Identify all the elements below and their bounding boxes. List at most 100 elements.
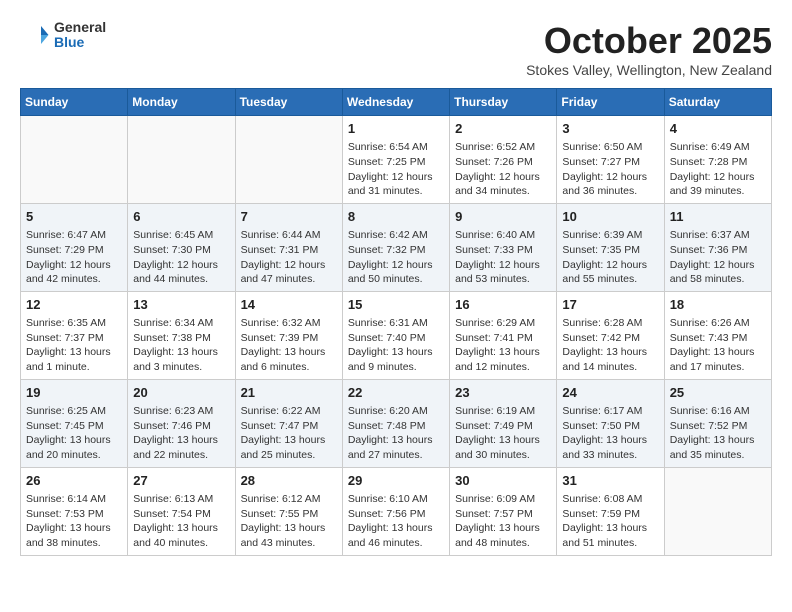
day-info: Sunrise: 6:47 AM Sunset: 7:29 PM Dayligh… (26, 228, 122, 287)
calendar-cell: 8Sunrise: 6:42 AM Sunset: 7:32 PM Daylig… (342, 203, 449, 291)
day-number: 13 (133, 296, 229, 314)
month-title: October 2025 (526, 20, 772, 62)
day-info: Sunrise: 6:17 AM Sunset: 7:50 PM Dayligh… (562, 404, 658, 463)
day-number: 15 (348, 296, 444, 314)
calendar-cell: 15 Sunrise: 6:31 AM Sunset: 7:40 PM Dayli… (342, 291, 449, 379)
logo: General Blue (20, 20, 106, 51)
calendar-cell: 6 Sunrise: 6:45 AM Sunset: 7:30 PM Daylig… (128, 203, 235, 291)
day-info: Sunrise: 6:08 AM Sunset: 7:59 PM Dayligh… (562, 492, 658, 551)
calendar-cell (128, 116, 235, 204)
day-number: 31 (562, 472, 658, 490)
day-number: 14 (241, 296, 337, 314)
calendar-cell: 24 Sunrise: 6:17 AM Sunset: 7:50 PM Dayli… (557, 379, 664, 467)
title-block: October 2025 Stokes Valley, Wellington, … (526, 20, 772, 78)
calendar-cell: 7Sunrise: 6:44 AM Sunset: 7:31 PM Daylig… (235, 203, 342, 291)
calendar-cell: 11 Sunrise: 6:37 AM Sunset: 7:36 PM Dayli… (664, 203, 771, 291)
day-number: 25 (670, 384, 766, 402)
day-info: Sunrise: 6:25 AM Sunset: 7:45 PM Dayligh… (26, 404, 122, 463)
day-info: Sunrise: 6:09 AM Sunset: 7:57 PM Dayligh… (455, 492, 551, 551)
calendar-week-3: 12 Sunrise: 6:35 AM Sunset: 7:37 PM Dayli… (21, 291, 772, 379)
calendar-cell: 20 Sunrise: 6:23 AM Sunset: 7:46 PM Dayli… (128, 379, 235, 467)
day-info: Sunrise: 6:10 AM Sunset: 7:56 PM Dayligh… (348, 492, 444, 551)
calendar-header-row: SundayMondayTuesdayWednesdayThursdayFrid… (21, 89, 772, 116)
calendar-cell: 21Sunrise: 6:22 AM Sunset: 7:47 PM Dayli… (235, 379, 342, 467)
calendar-cell (21, 116, 128, 204)
day-info: Sunrise: 6:40 AM Sunset: 7:33 PM Dayligh… (455, 228, 551, 287)
day-number: 27 (133, 472, 229, 490)
day-info: Sunrise: 6:37 AM Sunset: 7:36 PM Dayligh… (670, 228, 766, 287)
day-number: 3 (562, 120, 658, 138)
day-info: Sunrise: 6:34 AM Sunset: 7:38 PM Dayligh… (133, 316, 229, 375)
calendar-cell: 18Sunrise: 6:26 AM Sunset: 7:43 PM Dayli… (664, 291, 771, 379)
calendar-cell: 31 Sunrise: 6:08 AM Sunset: 7:59 PM Dayli… (557, 467, 664, 555)
calendar-cell: 2Sunrise: 6:52 AM Sunset: 7:26 PM Daylig… (450, 116, 557, 204)
day-info: Sunrise: 6:45 AM Sunset: 7:30 PM Dayligh… (133, 228, 229, 287)
day-number: 20 (133, 384, 229, 402)
header-wednesday: Wednesday (342, 89, 449, 116)
logo-text: General Blue (54, 20, 106, 51)
day-number: 1 (348, 120, 444, 138)
calendar-cell: 16 Sunrise: 6:29 AM Sunset: 7:41 PM Dayli… (450, 291, 557, 379)
calendar-cell: 3Sunrise: 6:50 AM Sunset: 7:27 PM Daylig… (557, 116, 664, 204)
day-number: 10 (562, 208, 658, 226)
day-info: Sunrise: 6:12 AM Sunset: 7:55 PM Dayligh… (241, 492, 337, 551)
day-number: 17 (562, 296, 658, 314)
day-number: 11 (670, 208, 766, 226)
logo-icon (20, 20, 50, 50)
header-tuesday: Tuesday (235, 89, 342, 116)
calendar-cell: 12 Sunrise: 6:35 AM Sunset: 7:37 PM Dayli… (21, 291, 128, 379)
calendar-cell (235, 116, 342, 204)
calendar-cell: 22Sunrise: 6:20 AM Sunset: 7:48 PM Dayli… (342, 379, 449, 467)
day-info: Sunrise: 6:35 AM Sunset: 7:37 PM Dayligh… (26, 316, 122, 375)
calendar-week-1: 1 Sunrise: 6:54 AM Sunset: 7:25 PM Daylig… (21, 116, 772, 204)
day-info: Sunrise: 6:13 AM Sunset: 7:54 PM Dayligh… (133, 492, 229, 551)
day-number: 24 (562, 384, 658, 402)
day-number: 5 (26, 208, 122, 226)
day-info: Sunrise: 6:54 AM Sunset: 7:25 PM Dayligh… (348, 140, 444, 199)
day-info: Sunrise: 6:28 AM Sunset: 7:42 PM Dayligh… (562, 316, 658, 375)
day-number: 6 (133, 208, 229, 226)
calendar-cell: 26Sunrise: 6:14 AM Sunset: 7:53 PM Dayli… (21, 467, 128, 555)
header-sunday: Sunday (21, 89, 128, 116)
header-monday: Monday (128, 89, 235, 116)
day-number: 26 (26, 472, 122, 490)
day-info: Sunrise: 6:52 AM Sunset: 7:26 PM Dayligh… (455, 140, 551, 199)
calendar-cell: 17 Sunrise: 6:28 AM Sunset: 7:42 PM Dayli… (557, 291, 664, 379)
day-info: Sunrise: 6:23 AM Sunset: 7:46 PM Dayligh… (133, 404, 229, 463)
logo-blue: Blue (54, 35, 106, 50)
location: Stokes Valley, Wellington, New Zealand (526, 62, 772, 78)
calendar-week-5: 26Sunrise: 6:14 AM Sunset: 7:53 PM Dayli… (21, 467, 772, 555)
calendar-week-2: 5 Sunrise: 6:47 AM Sunset: 7:29 PM Daylig… (21, 203, 772, 291)
day-number: 12 (26, 296, 122, 314)
calendar-cell: 25 Sunrise: 6:16 AM Sunset: 7:52 PM Dayli… (664, 379, 771, 467)
day-info: Sunrise: 6:16 AM Sunset: 7:52 PM Dayligh… (670, 404, 766, 463)
calendar-cell: 14 Sunrise: 6:32 AM Sunset: 7:39 PM Dayli… (235, 291, 342, 379)
calendar-cell: 13 Sunrise: 6:34 AM Sunset: 7:38 PM Dayli… (128, 291, 235, 379)
calendar-week-4: 19Sunrise: 6:25 AM Sunset: 7:45 PM Dayli… (21, 379, 772, 467)
day-number: 23 (455, 384, 551, 402)
calendar-cell: 4Sunrise: 6:49 AM Sunset: 7:28 PM Daylig… (664, 116, 771, 204)
day-number: 7 (241, 208, 337, 226)
day-info: Sunrise: 6:29 AM Sunset: 7:41 PM Dayligh… (455, 316, 551, 375)
day-number: 30 (455, 472, 551, 490)
day-number: 16 (455, 296, 551, 314)
day-info: Sunrise: 6:32 AM Sunset: 7:39 PM Dayligh… (241, 316, 337, 375)
page-header: General Blue October 2025 Stokes Valley,… (20, 20, 772, 78)
calendar-cell: 29 Sunrise: 6:10 AM Sunset: 7:56 PM Dayli… (342, 467, 449, 555)
day-number: 18 (670, 296, 766, 314)
calendar-cell: 9 Sunrise: 6:40 AM Sunset: 7:33 PM Daylig… (450, 203, 557, 291)
calendar-table: SundayMondayTuesdayWednesdayThursdayFrid… (20, 88, 772, 556)
calendar-cell: 1 Sunrise: 6:54 AM Sunset: 7:25 PM Daylig… (342, 116, 449, 204)
day-info: Sunrise: 6:31 AM Sunset: 7:40 PM Dayligh… (348, 316, 444, 375)
day-number: 28 (241, 472, 337, 490)
day-number: 8 (348, 208, 444, 226)
day-number: 29 (348, 472, 444, 490)
calendar-cell: 19Sunrise: 6:25 AM Sunset: 7:45 PM Dayli… (21, 379, 128, 467)
header-friday: Friday (557, 89, 664, 116)
day-number: 9 (455, 208, 551, 226)
day-info: Sunrise: 6:20 AM Sunset: 7:48 PM Dayligh… (348, 404, 444, 463)
calendar-cell: 28 Sunrise: 6:12 AM Sunset: 7:55 PM Dayli… (235, 467, 342, 555)
calendar-cell: 10 Sunrise: 6:39 AM Sunset: 7:35 PM Dayli… (557, 203, 664, 291)
day-info: Sunrise: 6:39 AM Sunset: 7:35 PM Dayligh… (562, 228, 658, 287)
calendar-cell: 30 Sunrise: 6:09 AM Sunset: 7:57 PM Dayli… (450, 467, 557, 555)
